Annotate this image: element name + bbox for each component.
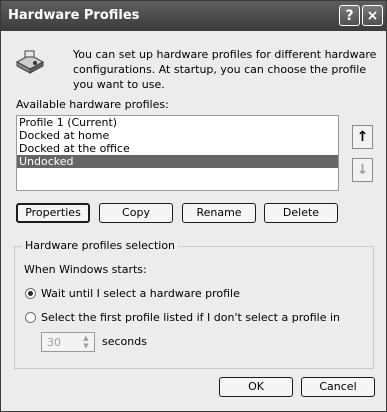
list-item[interactable]: Docked at home [17,129,338,142]
move-down-icon[interactable]: ↓ [352,158,373,182]
radio-dot [28,291,33,296]
close-button[interactable]: × [362,5,383,26]
spin-up-icon[interactable]: ▲ [79,334,93,342]
dialog-title: Hardware Profiles [8,8,140,23]
hardware-profiles-icon [15,50,45,74]
rename-button[interactable]: Rename [182,203,256,223]
seconds-value[interactable]: 30 [47,336,61,349]
first-profile-option-label[interactable]: Select the first profile listed if I don… [41,311,340,324]
seconds-spinbox[interactable]: 30 ▲ ▼ [41,332,95,352]
delete-button[interactable]: Delete [264,203,338,223]
wait-radio[interactable] [25,288,36,299]
intro-text: You can set up hardware profiles for dif… [73,48,377,91]
when-windows-starts-label: When Windows starts: [24,263,147,276]
first-profile-radio[interactable] [25,312,36,323]
profiles-label: Available hardware profiles: [16,98,169,111]
list-item[interactable]: Docked at the office [17,142,338,155]
help-button[interactable]: ? [339,5,360,26]
cancel-button[interactable]: Cancel [301,377,375,397]
properties-button[interactable]: Properties [16,203,90,223]
copy-button[interactable]: Copy [99,203,173,223]
ok-button[interactable]: OK [219,377,293,397]
seconds-label: seconds [102,335,147,348]
list-item[interactable]: Profile 1 (Current) [17,116,338,129]
profiles-listbox[interactable]: Profile 1 (Current) Docked at home Docke… [16,115,339,191]
move-up-icon[interactable]: ↑ [352,125,373,149]
wait-option-label[interactable]: Wait until I select a hardware profile [41,287,240,300]
spin-down-icon[interactable]: ▼ [79,342,93,350]
list-item-selected[interactable]: Undocked [17,155,338,168]
selection-group-title: Hardware profiles selection [22,239,179,252]
title-bar: Hardware Profiles ? × [1,1,386,31]
hardware-profiles-dialog: Hardware Profiles ? × You can set up har… [0,0,387,412]
